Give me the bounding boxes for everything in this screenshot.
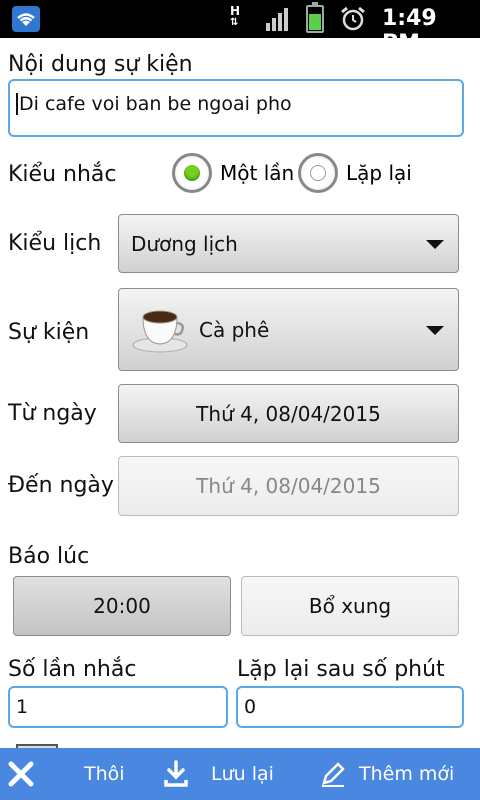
to-date-label: Đến ngày: [8, 473, 114, 498]
download-icon: [164, 760, 188, 787]
calendar-type-dropdown[interactable]: Dương lịch: [118, 214, 459, 273]
chevron-down-icon: [426, 325, 444, 335]
close-icon: [8, 761, 34, 787]
radio-repeat-label: Lặp lại: [346, 161, 412, 185]
event-dropdown[interactable]: Cà phê: [118, 288, 459, 371]
to-date-button[interactable]: Thứ 4, 08/04/2015: [118, 456, 459, 516]
battery-icon: [306, 2, 324, 33]
event-label: Sự kiện: [8, 320, 90, 345]
repeat-count-value: 1: [16, 696, 29, 718]
repeat-after-label: Lặp lại sau số phút: [237, 657, 445, 682]
coffee-cup-icon: [132, 310, 188, 352]
radio-once[interactable]: Một lần: [172, 153, 294, 193]
repeat-after-value: 0: [244, 696, 257, 718]
alert-time-value: 20:00: [93, 594, 151, 618]
add-time-button[interactable]: Bổ xung: [241, 576, 459, 636]
alarm-icon: [341, 6, 365, 31]
to-date-value: Thứ 4, 08/04/2015: [196, 474, 381, 498]
status-time: 1:49 PM: [382, 6, 437, 56]
signal-icon: [266, 8, 288, 31]
chevron-down-icon: [426, 239, 444, 249]
content-label: Nội dung sự kiện: [8, 52, 193, 77]
radio-repeat[interactable]: Lặp lại: [298, 153, 412, 193]
repeat-count-label: Số lần nhắc: [8, 657, 137, 682]
network-type-indicator: H ⇅: [230, 4, 241, 28]
save-label: Lưu lại: [211, 763, 274, 785]
from-date-label: Từ ngày: [8, 401, 97, 426]
radio-selected-icon: [172, 153, 212, 193]
radio-unselected-icon: [298, 153, 338, 193]
cancel-label: Thôi: [84, 763, 125, 785]
content-input[interactable]: Di cafe voi ban be ngoai pho: [8, 79, 464, 137]
content-input-value: Di cafe voi ban be ngoai pho: [16, 93, 292, 115]
from-date-button[interactable]: Thứ 4, 08/04/2015: [118, 384, 459, 443]
remind-type-label: Kiểu nhắc: [8, 162, 117, 187]
cancel-button[interactable]: Thôi: [8, 748, 125, 800]
new-button[interactable]: Thêm mới: [319, 748, 454, 800]
alert-time-button[interactable]: 20:00: [13, 576, 231, 636]
save-button[interactable]: Lưu lại: [163, 748, 274, 800]
alert-label: Báo lúc: [8, 544, 90, 569]
pencil-icon: [322, 762, 345, 787]
status-bar: H ⇅ 1:49 PM: [0, 0, 480, 56]
calendar-type-value: Dương lịch: [131, 231, 238, 256]
radio-once-label: Một lần: [220, 161, 295, 185]
wifi-icon: [12, 6, 40, 32]
calendar-type-label: Kiểu lịch: [8, 231, 102, 256]
event-value: Cà phê: [199, 317, 270, 342]
add-time-label: Bổ xung: [308, 594, 392, 618]
from-date-value: Thứ 4, 08/04/2015: [196, 401, 381, 426]
repeat-after-input[interactable]: 0: [236, 686, 464, 728]
repeat-count-input[interactable]: 1: [8, 686, 228, 728]
action-bar: Thôi Lưu lại Thêm mới: [0, 748, 480, 800]
new-label: Thêm mới: [359, 763, 455, 785]
